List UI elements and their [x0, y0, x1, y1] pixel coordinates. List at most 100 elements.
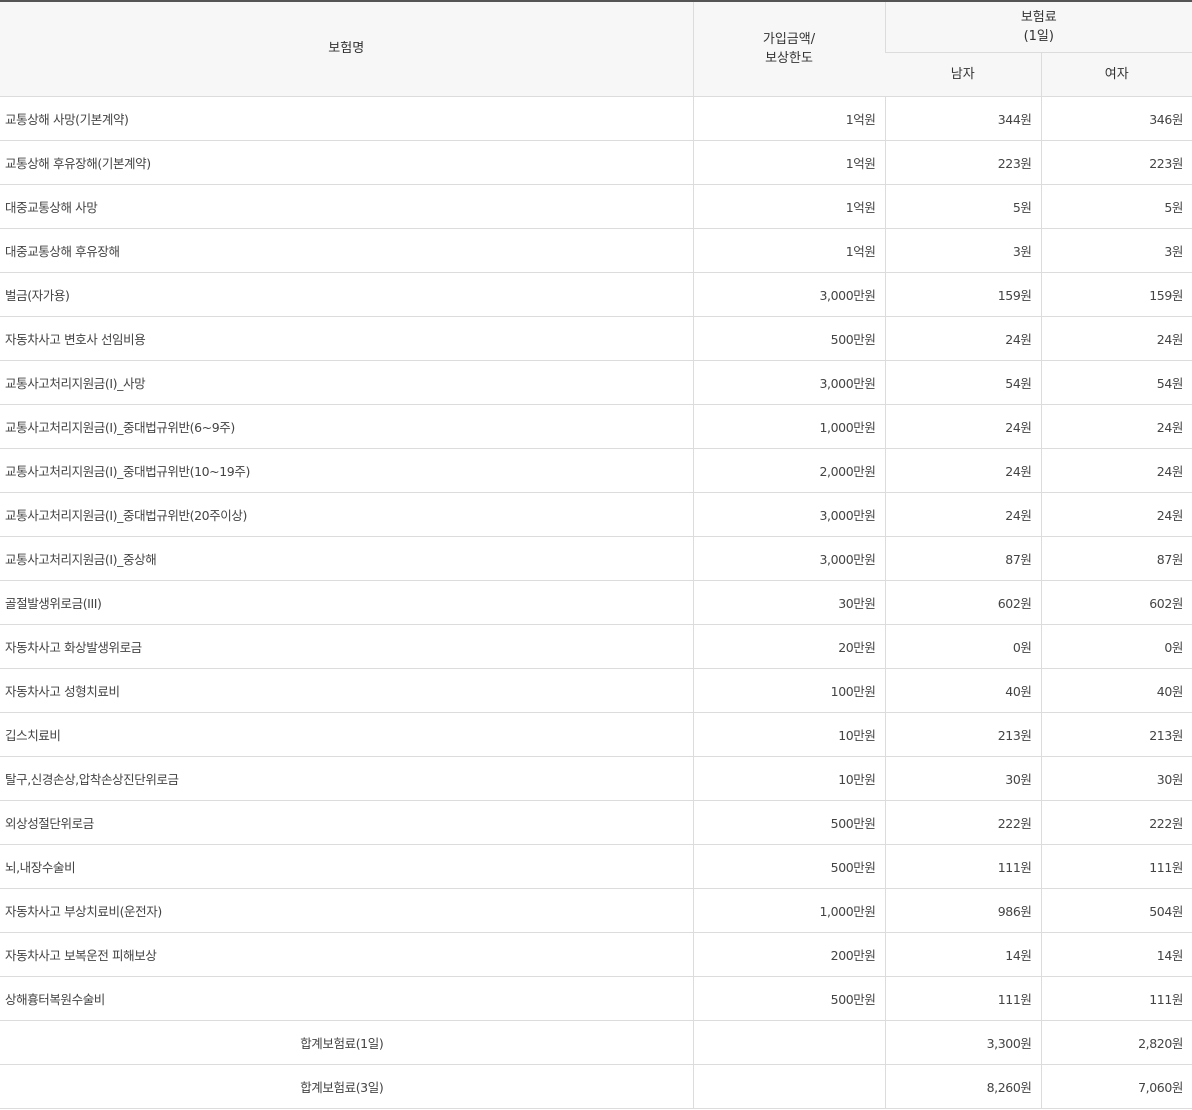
cell-premium-male: 24원 [884, 316, 1041, 361]
cell-premium-male: 40원 [884, 668, 1041, 713]
cell-premium-female: 24원 [1040, 492, 1192, 537]
cell-premium-female: 213원 [1040, 712, 1192, 757]
cell-coverage-amount: 1억원 [692, 184, 885, 229]
cell-insurance-name: 깁스치료비 [0, 712, 693, 757]
table-row: 자동차사고 화상발생위로금 20만원 0원 0원 [0, 624, 1192, 669]
cell-insurance-name: 교통사고처리지원금(I)_중대법규위반(20주이상) [0, 492, 693, 537]
table-row: 외상성절단위로금 500만원 222원 222원 [0, 800, 1192, 845]
cell-premium-male: 3,300원 [884, 1020, 1041, 1065]
cell-premium-male: 344원 [884, 96, 1041, 141]
cell-premium-male: 87원 [884, 536, 1041, 581]
cell-coverage-amount [692, 1020, 885, 1065]
header-male: 남자 [885, 52, 1041, 97]
cell-premium-male: 111원 [884, 976, 1041, 1021]
cell-insurance-name: 자동차사고 변호사 선임비용 [0, 316, 693, 361]
table-row: 벌금(자가용) 3,000만원 159원 159원 [0, 272, 1192, 317]
table-row: 교통사고처리지원금(I)_중상해 3,000만원 87원 87원 [0, 536, 1192, 581]
cell-premium-male: 8,260원 [884, 1064, 1041, 1109]
cell-insurance-name: 벌금(자가용) [0, 272, 693, 317]
total-row: 합계보험료(3일) 8,260원 7,060원 [0, 1064, 1192, 1109]
cell-insurance-name: 합계보험료(3일) [0, 1064, 693, 1109]
cell-premium-male: 5원 [884, 184, 1041, 229]
cell-coverage-amount: 10만원 [692, 756, 885, 801]
cell-insurance-name: 교통사고처리지원금(I)_중상해 [0, 536, 693, 581]
cell-premium-female: 30원 [1040, 756, 1192, 801]
cell-coverage-amount: 30만원 [692, 580, 885, 625]
total-row: 합계보험료(1일) 3,300원 2,820원 [0, 1020, 1192, 1065]
cell-coverage-amount: 2,000만원 [692, 448, 885, 493]
cell-insurance-name: 교통상해 후유장해(기본계약) [0, 140, 693, 185]
cell-premium-female: 222원 [1040, 800, 1192, 845]
cell-premium-female: 40원 [1040, 668, 1192, 713]
cell-insurance-name: 교통사고처리지원금(I)_중대법규위반(6~9주) [0, 404, 693, 449]
cell-insurance-name: 자동차사고 보복운전 피해보상 [0, 932, 693, 977]
cell-coverage-amount: 10만원 [692, 712, 885, 757]
table-row: 대중교통상해 후유장해 1억원 3원 3원 [0, 228, 1192, 273]
table-row: 골절발생위로금(III) 30만원 602원 602원 [0, 580, 1192, 625]
table-row: 자동차사고 성형치료비 100만원 40원 40원 [0, 668, 1192, 713]
cell-insurance-name: 자동차사고 부상치료비(운전자) [0, 888, 693, 933]
cell-premium-male: 0원 [884, 624, 1041, 669]
cell-coverage-amount: 500만원 [692, 844, 885, 889]
cell-premium-male: 54원 [884, 360, 1041, 405]
cell-premium-female: 87원 [1040, 536, 1192, 581]
cell-premium-female: 111원 [1040, 844, 1192, 889]
table-row: 교통사고처리지원금(I)_중대법규위반(10~19주) 2,000만원 24원 24원 [0, 448, 1192, 493]
cell-premium-male: 3원 [884, 228, 1041, 273]
table-row: 교통상해 사망(기본계약) 1억원 344원 346원 [0, 96, 1192, 141]
cell-premium-female: 3원 [1040, 228, 1192, 273]
cell-premium-male: 24원 [884, 448, 1041, 493]
table-row: 자동차사고 보복운전 피해보상 200만원 14원 14원 [0, 932, 1192, 977]
header-premium: 보험료 (1일) [884, 2, 1192, 53]
cell-coverage-amount: 3,000만원 [692, 272, 885, 317]
cell-premium-female: 7,060원 [1040, 1064, 1192, 1109]
cell-premium-male: 24원 [884, 492, 1041, 537]
cell-insurance-name: 합계보험료(1일) [0, 1020, 693, 1065]
table-row: 탈구,신경손상,압착손상진단위로금 10만원 30원 30원 [0, 756, 1192, 801]
cell-insurance-name: 교통사고처리지원금(I)_사망 [0, 360, 693, 405]
table-row: 교통상해 후유장해(기본계약) 1억원 223원 223원 [0, 140, 1192, 185]
cell-premium-female: 24원 [1040, 448, 1192, 493]
table-body: 교통상해 사망(기본계약) 1억원 344원 346원 교통상해 후유장해(기본계약) 1… [0, 96, 1192, 1109]
table-row: 대중교통상해 사망 1억원 5원 5원 [0, 184, 1192, 229]
premium-table: 보험명 가입금액/보상한도 보험료 (1일) 남자 여자 교통상해 사망(기본계약… [0, 2, 1192, 1109]
cell-insurance-name: 자동차사고 성형치료비 [0, 668, 693, 713]
cell-premium-male: 986원 [884, 888, 1041, 933]
cell-coverage-amount: 100만원 [692, 668, 885, 713]
table-row: 상해흉터복원수술비 500만원 111원 111원 [0, 976, 1192, 1021]
cell-premium-male: 24원 [884, 404, 1041, 449]
table-row: 자동차사고 변호사 선임비용 500만원 24원 24원 [0, 316, 1192, 361]
cell-coverage-amount: 20만원 [692, 624, 885, 669]
cell-coverage-amount: 1억원 [692, 140, 885, 185]
cell-coverage-amount: 500만원 [692, 316, 885, 361]
cell-premium-male: 223원 [884, 140, 1041, 185]
cell-coverage-amount: 3,000만원 [692, 360, 885, 405]
cell-insurance-name: 교통상해 사망(기본계약) [0, 96, 693, 141]
cell-premium-female: 54원 [1040, 360, 1192, 405]
cell-insurance-name: 대중교통상해 후유장해 [0, 228, 693, 273]
cell-premium-female: 5원 [1040, 184, 1192, 229]
cell-premium-female: 159원 [1040, 272, 1192, 317]
cell-premium-female: 24원 [1040, 316, 1192, 361]
cell-coverage-amount: 3,000만원 [692, 492, 885, 537]
cell-coverage-amount: 500만원 [692, 800, 885, 845]
cell-coverage-amount: 200만원 [692, 932, 885, 977]
cell-premium-male: 14원 [884, 932, 1041, 977]
table-row: 자동차사고 부상치료비(운전자) 1,000만원 986원 504원 [0, 888, 1192, 933]
cell-insurance-name: 외상성절단위로금 [0, 800, 693, 845]
cell-premium-female: 111원 [1040, 976, 1192, 1021]
cell-coverage-amount: 1억원 [692, 96, 885, 141]
cell-coverage-amount: 1,000만원 [692, 404, 885, 449]
table-header: 보험명 가입금액/보상한도 보험료 (1일) 남자 여자 [0, 2, 1192, 97]
cell-coverage-amount: 3,000만원 [692, 536, 885, 581]
cell-premium-female: 602원 [1040, 580, 1192, 625]
header-coverage-amount: 가입금액/보상한도 [692, 2, 885, 97]
cell-premium-male: 213원 [884, 712, 1041, 757]
cell-insurance-name: 골절발생위로금(III) [0, 580, 693, 625]
premium-table-wrapper: 보험명 가입금액/보상한도 보험료 (1일) 남자 여자 교통상해 사망(기본계약… [0, 0, 1192, 1109]
header-female: 여자 [1040, 52, 1192, 97]
cell-premium-female: 0원 [1040, 624, 1192, 669]
cell-insurance-name: 상해흉터복원수술비 [0, 976, 693, 1021]
cell-premium-female: 14원 [1040, 932, 1192, 977]
header-insurance-name: 보험명 [0, 2, 693, 97]
